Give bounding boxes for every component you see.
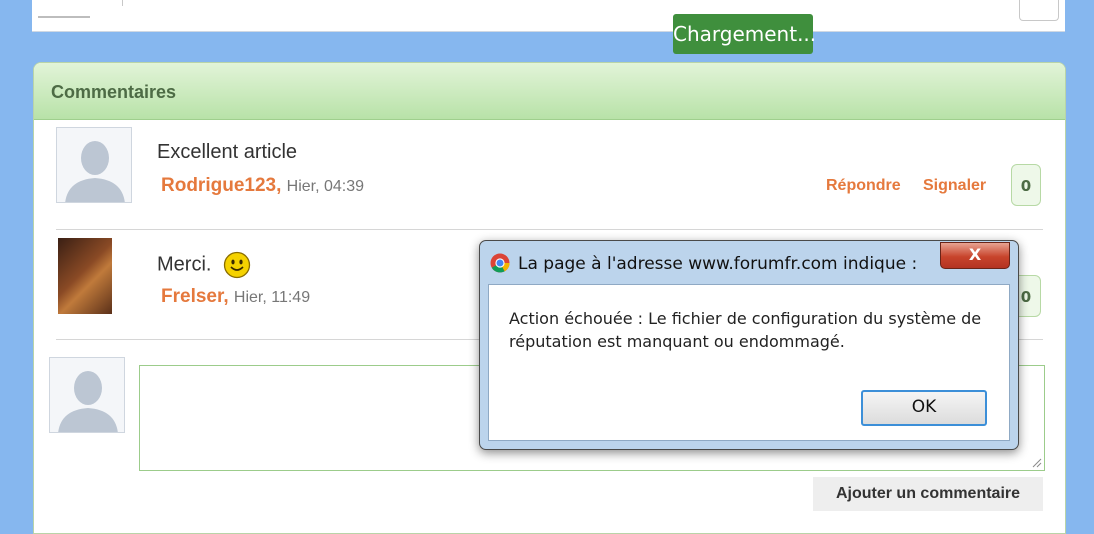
author-separator: , <box>276 175 282 196</box>
comment-author-link[interactable]: Rodrigue123 <box>161 175 276 196</box>
dialog-message: Action échouée : Le fichier de configura… <box>509 309 982 351</box>
ok-button[interactable]: OK <box>861 390 987 426</box>
dialog-body: Action échouée : Le fichier de configura… <box>488 284 1010 441</box>
loading-badge: Chargement... <box>673 14 816 54</box>
add-comment-button[interactable]: Ajouter un commentaire <box>813 477 1043 511</box>
top-toolbar-strip <box>32 0 1065 32</box>
comment-timestamp: Hier, 11:49 <box>233 289 311 306</box>
user-avatar-photo[interactable] <box>58 238 112 314</box>
toolbar-box[interactable] <box>1019 0 1059 21</box>
dialog-titlebar[interactable]: La page à l'adresse www.forumfr.com indi… <box>480 241 1018 283</box>
smiley-icon <box>223 251 251 279</box>
comment-author-link[interactable]: Frelser <box>161 286 223 307</box>
report-link[interactable]: Signaler <box>923 177 986 195</box>
toolbar-separator <box>122 0 123 6</box>
comment-author-line: Frelser, Hier, 11:49 <box>161 286 310 308</box>
comment-author-line: Rodrigue123, Hier, 04:39 <box>161 175 364 197</box>
comment-divider <box>56 229 1043 230</box>
comments-panel-header <box>34 63 1065 120</box>
chrome-icon <box>490 253 510 273</box>
comment-text-content: Merci. <box>157 253 212 276</box>
user-silhouette-icon <box>50 358 124 432</box>
close-button[interactable]: X <box>940 242 1010 269</box>
resize-grip-icon[interactable] <box>1032 458 1042 468</box>
comment-text: Merci. <box>157 251 251 279</box>
alert-dialog: La page à l'adresse www.forumfr.com indi… <box>479 240 1019 450</box>
comment-text: Excellent article <box>157 141 298 163</box>
user-silhouette-icon <box>57 128 131 202</box>
reputation-count-badge[interactable]: 0 <box>1011 164 1041 206</box>
author-separator: , <box>223 286 229 307</box>
current-user-avatar <box>49 357 125 433</box>
toolbar-line <box>38 16 90 18</box>
user-avatar-placeholder[interactable] <box>56 127 132 203</box>
comment-timestamp: Hier, 04:39 <box>286 178 365 195</box>
panel-title: Commentaires <box>51 82 177 102</box>
dialog-title: La page à l'adresse www.forumfr.com indi… <box>518 254 918 274</box>
reply-link[interactable]: Répondre <box>826 177 901 195</box>
